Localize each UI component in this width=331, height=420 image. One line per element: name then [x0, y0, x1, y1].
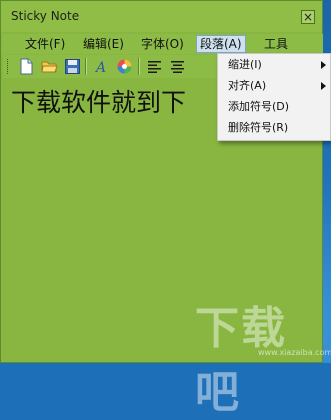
toolbar-separator	[85, 58, 87, 75]
menu-paragraph[interactable]: 段落(A)	[196, 35, 246, 53]
new-file-icon[interactable]	[18, 58, 35, 75]
color-palette-icon[interactable]	[116, 58, 133, 75]
close-button[interactable]: ×	[301, 10, 315, 24]
menu-bar: 文件(F) 编辑(E) 字体(O) 段落(A) 工具	[2, 34, 323, 54]
watermark-url: www.xiazaiba.com	[258, 348, 331, 357]
align-left-icon[interactable]	[146, 58, 163, 75]
note-text: 下载软件就到下	[11, 88, 187, 117]
open-folder-icon[interactable]	[41, 58, 58, 75]
window-title: Sticky Note	[11, 9, 80, 23]
save-icon[interactable]	[64, 58, 81, 75]
menu-item-label: 添加符号(D)	[228, 100, 290, 113]
menu-item-label: 对齐(A)	[228, 79, 267, 92]
toolbar-grip[interactable]	[7, 59, 10, 74]
title-bar[interactable]: Sticky Note ×	[1, 1, 322, 32]
align-center-icon[interactable]	[169, 58, 186, 75]
menu-edit[interactable]: 编辑(E)	[80, 36, 127, 52]
menu-file[interactable]: 文件(F)	[22, 36, 68, 52]
toolbar-separator	[138, 58, 140, 75]
menu-tools[interactable]: 工具	[261, 36, 291, 52]
submenu-arrow-icon	[321, 82, 326, 90]
svg-text:A: A	[94, 60, 106, 75]
menu-item-label: 删除符号(R)	[228, 121, 289, 134]
font-icon[interactable]: A	[93, 58, 110, 76]
menu-item-add-symbol[interactable]: 添加符号(D)	[218, 97, 330, 117]
menu-font[interactable]: 字体(O)	[138, 36, 187, 52]
menu-item-align[interactable]: 对齐(A)	[218, 76, 330, 96]
submenu-arrow-icon	[321, 61, 326, 69]
menu-item-remove-symbol[interactable]: 删除符号(R)	[218, 118, 330, 138]
menu-item-label: 缩进(I)	[228, 58, 262, 71]
menu-item-indent[interactable]: 缩进(I)	[218, 55, 330, 75]
paragraph-dropdown-menu: 缩进(I) 对齐(A) 添加符号(D) 删除符号(R)	[217, 53, 331, 141]
